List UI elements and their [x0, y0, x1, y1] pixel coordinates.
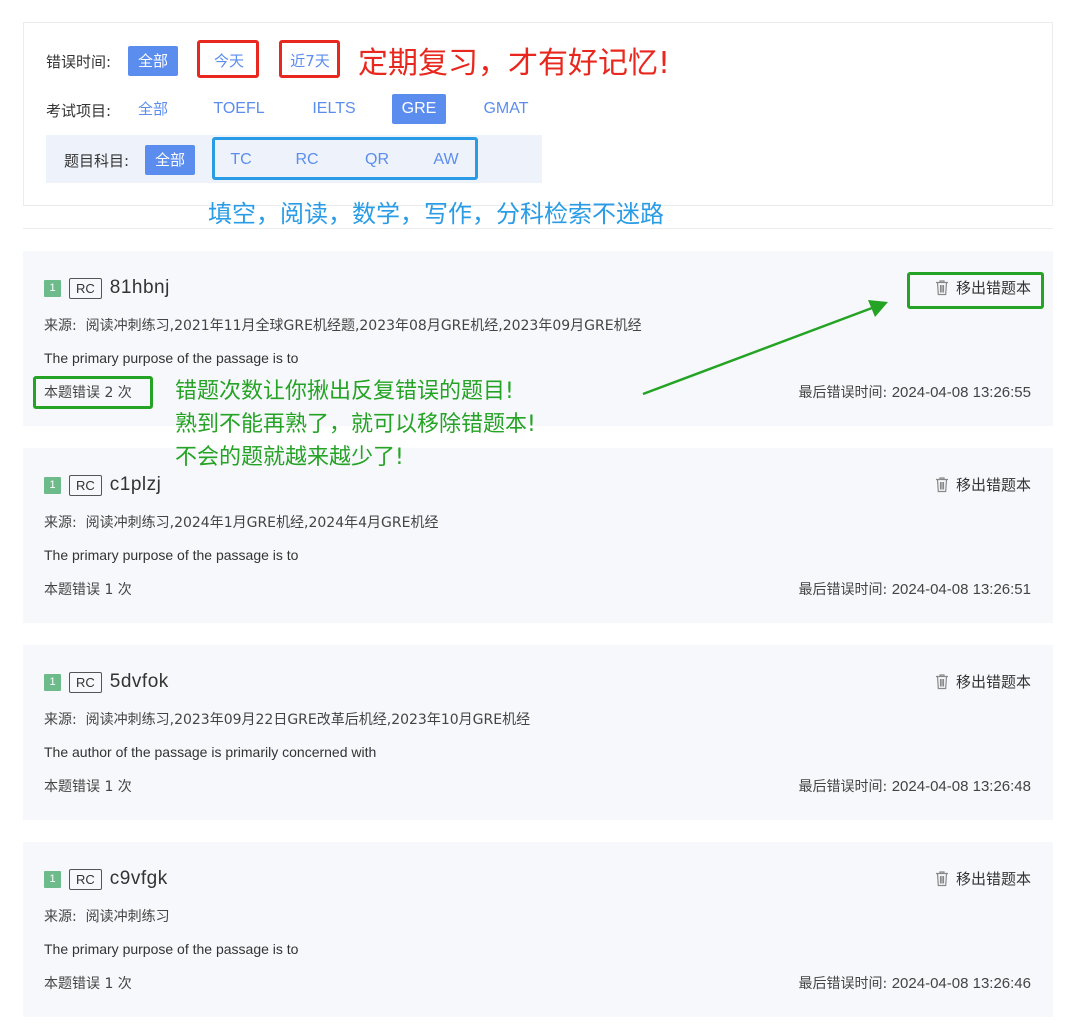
annotation-arrow [642, 300, 888, 396]
